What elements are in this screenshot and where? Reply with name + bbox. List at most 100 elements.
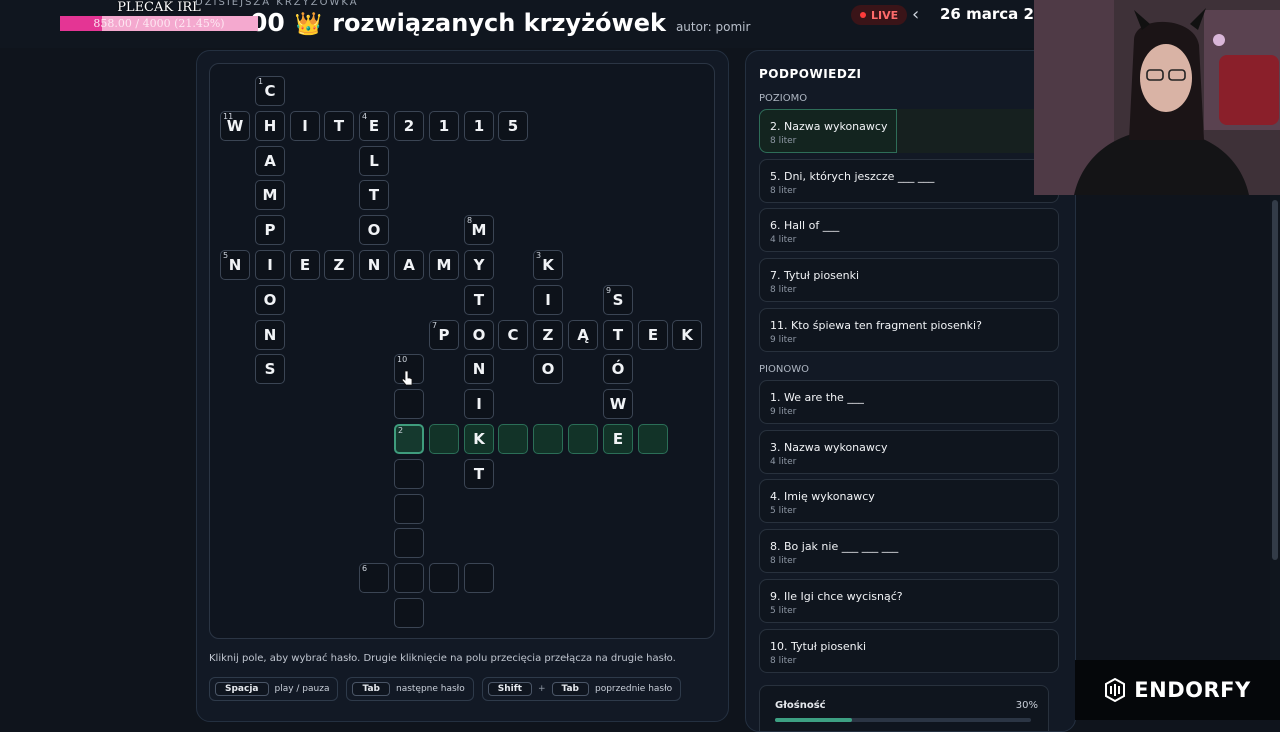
crossword-cell[interactable]: 2 bbox=[394, 424, 424, 454]
crossword-cell[interactable]: T bbox=[324, 111, 354, 141]
backpack-goal-overlay: 858.00 / 4000 (21.45%) PLECAK IRL bbox=[60, 0, 258, 32]
cell-number: 6 bbox=[362, 564, 368, 573]
clue-item[interactable]: 3. Nazwa wykonawcy 4 liter bbox=[759, 429, 1059, 474]
crossword-cell[interactable]: Y bbox=[464, 250, 494, 280]
crossword-cell[interactable]: T bbox=[464, 459, 494, 489]
crossword-cell[interactable]: O bbox=[533, 354, 563, 384]
crossword-cell[interactable]: 2 bbox=[394, 111, 424, 141]
cell-letter: N bbox=[367, 256, 381, 274]
crossword-cell[interactable] bbox=[394, 528, 424, 558]
clue-text: 11. Kto śpiewa ten fragment piosenki? bbox=[770, 318, 982, 332]
clue-item[interactable]: 6. Hall of ___ 4 liter bbox=[759, 208, 1059, 253]
clue-item[interactable]: 10. Tytuł piosenki 8 liter bbox=[759, 628, 1059, 673]
clue-text: 9. Ile Igi chce wycisnąć? bbox=[770, 589, 903, 603]
clue-item[interactable]: 2. Nazwa wykonawcy 8 liter bbox=[759, 109, 1075, 153]
crossword-cell[interactable]: 1 bbox=[429, 111, 459, 141]
clue-item[interactable]: 7. Tytuł piosenki 8 liter bbox=[759, 258, 1059, 303]
pointer-cursor-icon bbox=[401, 370, 413, 386]
crossword-cell[interactable]: 1 bbox=[464, 111, 494, 141]
clue-item[interactable]: 4. Imię wykonawcy 5 liter bbox=[759, 479, 1059, 524]
crossword-cell[interactable]: I bbox=[255, 250, 285, 280]
cell-letter: 2 bbox=[403, 117, 415, 135]
plus-sign: + bbox=[537, 684, 546, 694]
crossword-cell[interactable]: M bbox=[255, 180, 285, 210]
crossword-cell[interactable]: A bbox=[394, 250, 424, 280]
cell-letter: M bbox=[262, 186, 278, 204]
crossword-cell[interactable]: M bbox=[429, 250, 459, 280]
crossword-cell[interactable] bbox=[394, 563, 424, 593]
backpack-label: PLECAK IRL bbox=[117, 0, 201, 15]
crossword-cell[interactable]: O bbox=[255, 285, 285, 315]
crossword-cell[interactable]: N bbox=[255, 320, 285, 350]
cell-letter: T bbox=[612, 326, 624, 344]
previous-date-button[interactable]: ‹ bbox=[912, 4, 919, 25]
volume-slider[interactable] bbox=[775, 718, 1031, 722]
crossword-cell[interactable]: 4E bbox=[359, 111, 389, 141]
crossword-cell[interactable]: I bbox=[533, 285, 563, 315]
crossword-cell[interactable]: P bbox=[255, 215, 285, 245]
crossword-cell[interactable]: T bbox=[603, 320, 633, 350]
crossword-cell[interactable]: Ą bbox=[568, 320, 598, 350]
crossword-cell[interactable]: N bbox=[464, 354, 494, 384]
cell-letter: K bbox=[473, 430, 485, 448]
clue-text: 4. Imię wykonawcy bbox=[770, 490, 875, 504]
crossword-cell[interactable]: K bbox=[464, 424, 494, 454]
cell-letter: L bbox=[369, 152, 379, 170]
crossword-cell[interactable] bbox=[568, 424, 598, 454]
clue-item[interactable]: 1. We are the ___ 9 liter bbox=[759, 380, 1059, 424]
crossword-cell[interactable]: E bbox=[603, 424, 633, 454]
crossword-cell[interactable]: O bbox=[464, 320, 494, 350]
clue-length: 8 liter bbox=[770, 136, 797, 146]
cell-letter: O bbox=[472, 326, 486, 344]
shortcut-label: poprzednie hasło bbox=[595, 684, 673, 694]
crossword-cell[interactable]: 1C bbox=[255, 76, 285, 106]
crossword-cell[interactable]: E bbox=[290, 250, 320, 280]
crossword-cell[interactable] bbox=[394, 459, 424, 489]
crossword-cell[interactable]: 11 W bbox=[220, 111, 250, 141]
cell-letter: H bbox=[263, 117, 277, 135]
clue-length: 9 liter bbox=[770, 334, 797, 345]
crossword-cell[interactable]: 9S bbox=[603, 285, 633, 315]
crossword-cell[interactable] bbox=[394, 598, 424, 628]
crossword-cell[interactable]: L bbox=[359, 146, 389, 176]
crossword-cell[interactable] bbox=[429, 424, 459, 454]
cell-letter: E bbox=[368, 117, 380, 135]
clue-item[interactable]: 11. Kto śpiewa ten fragment piosenki? 9 l… bbox=[759, 307, 1059, 352]
crossword-cell[interactable]: 3K bbox=[533, 250, 563, 280]
crossword-cell[interactable]: I bbox=[290, 111, 320, 141]
crossword-cell[interactable]: S bbox=[255, 354, 285, 384]
crossword-cell[interactable]: 5 bbox=[498, 111, 528, 141]
clue-item[interactable]: 8. Bo jak nie ___ ___ ___ 8 liter bbox=[759, 529, 1059, 574]
clue-item[interactable]: 9. Ile Igi chce wycisnąć? 5 liter bbox=[759, 578, 1059, 623]
crossword-cell[interactable]: T bbox=[359, 180, 389, 210]
crossword-cell[interactable]: 6 bbox=[359, 563, 389, 593]
crossword-cell[interactable]: N bbox=[359, 250, 389, 280]
crossword-cell[interactable]: Z bbox=[324, 250, 354, 280]
crossword-cell[interactable]: K bbox=[672, 320, 702, 350]
crossword-cell[interactable] bbox=[429, 563, 459, 593]
crossword-cell[interactable]: O bbox=[359, 215, 389, 245]
cell-letter: E bbox=[612, 430, 624, 448]
crossword-cell[interactable]: C bbox=[498, 320, 528, 350]
crossword-cell[interactable] bbox=[394, 389, 424, 419]
crossword-cell[interactable]: I bbox=[464, 389, 494, 419]
crossword-cell[interactable]: T bbox=[464, 285, 494, 315]
crossword-cell[interactable]: 8M bbox=[464, 215, 494, 245]
crossword-cell[interactable]: 7P bbox=[429, 320, 459, 350]
crossword-cell[interactable]: W bbox=[603, 389, 633, 419]
crossword-cell[interactable] bbox=[498, 424, 528, 454]
crossword-cell[interactable]: H bbox=[255, 111, 285, 141]
crossword-cell[interactable] bbox=[464, 563, 494, 593]
crossword-cell[interactable]: 5N bbox=[220, 250, 250, 280]
crossword-cell[interactable]: A bbox=[255, 146, 285, 176]
crossword-cell[interactable] bbox=[394, 494, 424, 524]
cell-letter: O bbox=[367, 221, 381, 239]
crossword-cell[interactable] bbox=[533, 424, 563, 454]
cell-letter: N bbox=[228, 256, 242, 274]
crossword-cell[interactable]: Z bbox=[533, 320, 563, 350]
crossword-cell[interactable]: E bbox=[638, 320, 668, 350]
crossword-cell[interactable] bbox=[638, 424, 668, 454]
clue-item[interactable]: 5. Dni, których jeszcze ___ ___ 8 liter bbox=[759, 158, 1059, 203]
scrollbar-thumb[interactable] bbox=[1272, 200, 1278, 560]
crossword-cell[interactable]: Ó bbox=[603, 354, 633, 384]
